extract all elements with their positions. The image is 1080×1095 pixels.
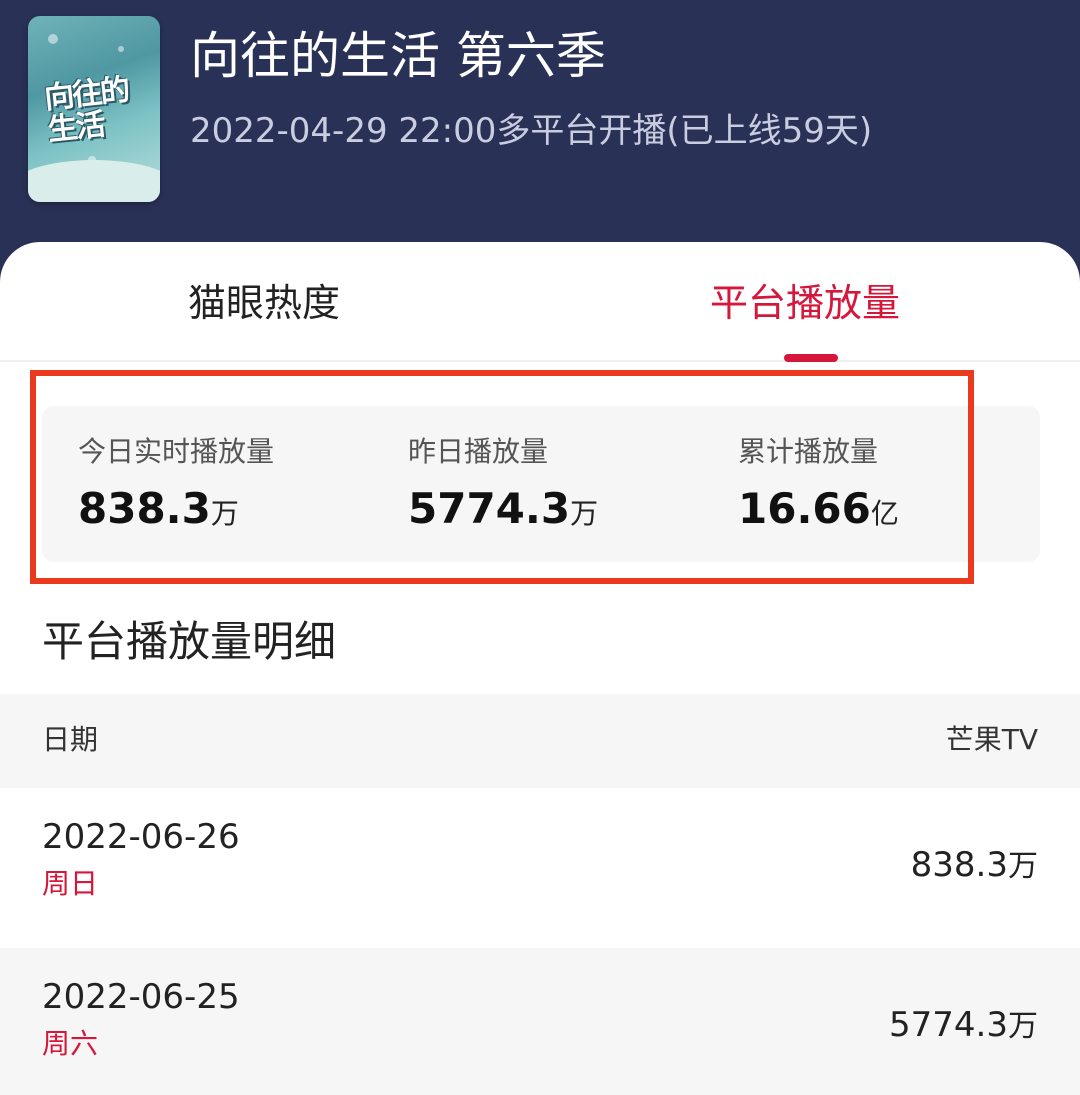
poster-logo-text: 向往的生活 <box>42 72 130 149</box>
column-header-date: 日期 <box>42 723 99 756</box>
row-views-unit: 万 <box>1008 1009 1038 1044</box>
section-title: 平台播放量明细 <box>42 617 337 666</box>
poster-decoration <box>48 34 58 44</box>
column-header-platform[interactable]: 芒果TV <box>946 720 1038 760</box>
row-weekday: 周六 <box>42 1027 99 1060</box>
show-poster-image[interactable]: 向往的生活 <box>28 16 160 202</box>
content-card: 猫眼热度 平台播放量 今日实时播放量 838.3万 昨日播放量 5774.3万 … <box>0 242 1080 1095</box>
show-title: 向往的生活 第六季 <box>190 27 606 85</box>
tab-platform-views[interactable]: 平台播放量 <box>710 276 900 330</box>
red-highlight-annotation <box>30 370 974 584</box>
tab-maoyan-heat[interactable]: 猫眼热度 <box>188 276 340 330</box>
table-header: 日期 芒果TV <box>0 694 1080 788</box>
row-views: 838.3万 <box>911 840 1038 892</box>
active-tab-indicator <box>784 354 838 362</box>
row-date: 2022-06-25 <box>42 977 240 1017</box>
table-row: 2022-06-25 周六 5774.3万 <box>0 948 1080 1095</box>
row-views-number: 838.3 <box>910 845 1008 885</box>
show-release-info: 2022-04-29 22:00多平台开播(已上线59天) <box>190 111 873 151</box>
poster-decoration <box>118 46 124 52</box>
row-views-number: 5774.3 <box>889 1005 1008 1045</box>
tab-bar: 猫眼热度 平台播放量 <box>0 242 1080 362</box>
row-weekday: 周日 <box>42 867 99 900</box>
poster-wave <box>28 160 160 202</box>
row-views: 5774.3万 <box>889 1000 1038 1052</box>
row-date: 2022-06-26 <box>42 817 240 857</box>
table-row: 2022-06-26 周日 838.3万 <box>0 788 1080 946</box>
row-views-unit: 万 <box>1008 849 1038 884</box>
